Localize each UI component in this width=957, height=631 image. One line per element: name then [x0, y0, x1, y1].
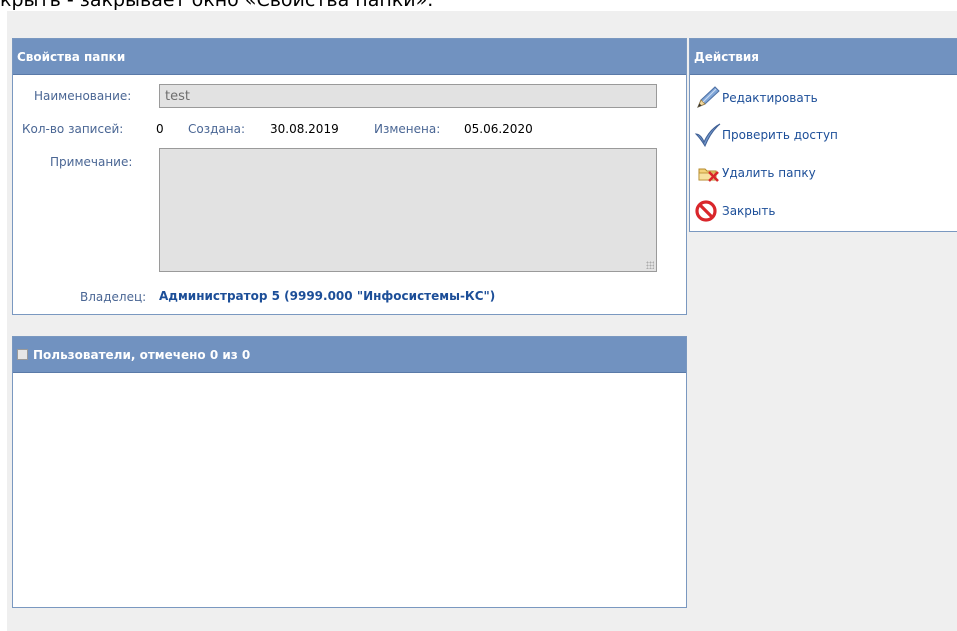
delete-folder-button[interactable]: Удалить папку — [694, 160, 816, 186]
folder-properties-title: Свойства папки — [13, 39, 686, 75]
modified-label: Изменена: — [374, 122, 441, 136]
edit-button[interactable]: Редактировать — [694, 85, 818, 111]
owner-label: Владелец: — [80, 290, 147, 304]
delete-folder-icon — [694, 160, 722, 186]
resize-grip-icon[interactable] — [646, 261, 654, 269]
no-entry-icon — [694, 198, 722, 224]
close-button[interactable]: Закрыть — [694, 198, 775, 224]
delete-folder-label: Удалить папку — [722, 166, 816, 180]
close-label: Закрыть — [722, 204, 776, 218]
folder-properties-panel: Свойства папки Наименование: Кол-во запи… — [12, 38, 687, 315]
workspace: Свойства папки Наименование: Кол-во запи… — [7, 11, 957, 631]
record-count-label: Кол-во записей: — [22, 122, 124, 136]
users-header: Пользователи, отмечено 0 из 0 — [13, 337, 686, 373]
note-label: Примечание: — [50, 155, 133, 169]
select-all-checkbox[interactable] — [17, 349, 28, 360]
edit-label: Редактировать — [722, 91, 818, 105]
name-label: Наименование: — [34, 89, 132, 103]
check-access-button[interactable]: Проверить доступ — [694, 122, 838, 148]
actions-panel: Действия Редактировать Проверить доступ — [689, 38, 957, 232]
pencil-icon — [694, 85, 722, 111]
name-field[interactable] — [159, 84, 657, 108]
note-textarea[interactable] — [159, 148, 657, 272]
checkmark-icon — [694, 122, 722, 148]
record-count-value: 0 — [156, 122, 164, 136]
check-access-label: Проверить доступ — [722, 128, 838, 142]
actions-title: Действия — [690, 39, 957, 75]
modified-value: 05.06.2020 — [464, 122, 533, 136]
created-label: Создана: — [188, 122, 245, 136]
owner-link[interactable]: Администратор 5 (9999.000 "Инфосистемы-К… — [159, 289, 495, 303]
users-title: Пользователи, отмечено 0 из 0 — [33, 348, 251, 362]
users-panel: Пользователи, отмечено 0 из 0 — [12, 336, 687, 608]
users-list — [13, 373, 686, 607]
created-value: 30.08.2019 — [270, 122, 339, 136]
